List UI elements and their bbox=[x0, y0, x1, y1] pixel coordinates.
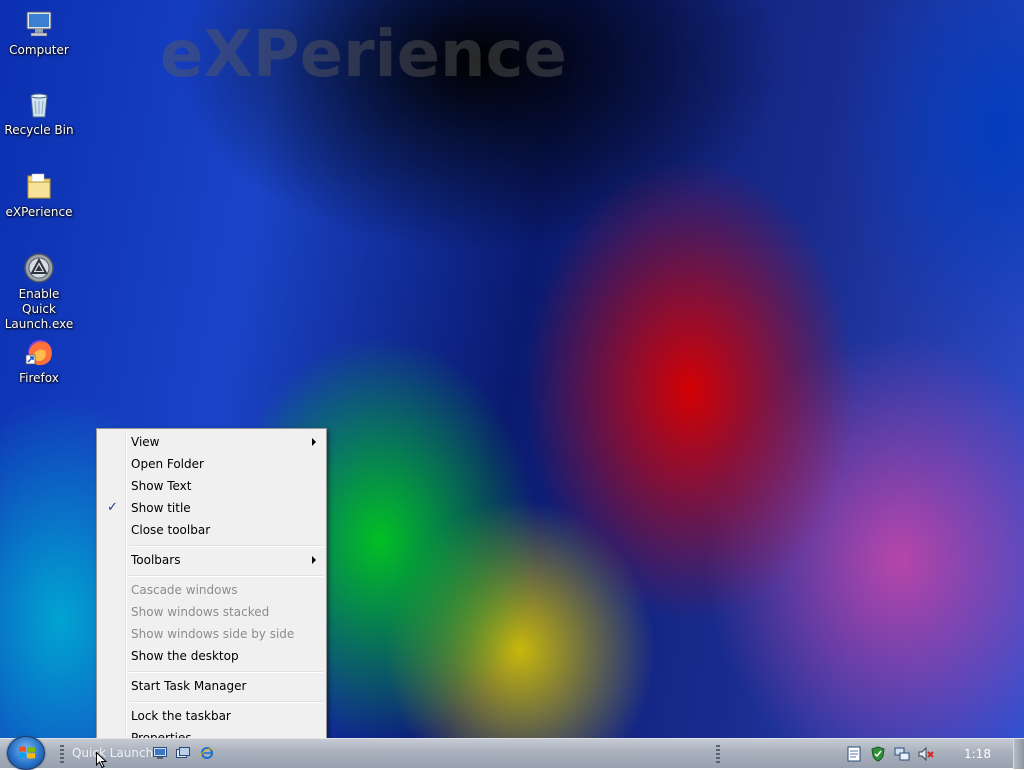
taskbar-clock[interactable]: 1:18 bbox=[964, 747, 991, 761]
menu-separator bbox=[129, 671, 323, 673]
folder-icon bbox=[27, 173, 51, 199]
menu-item-start-task-manager[interactable]: Start Task Manager bbox=[99, 675, 324, 697]
menu-item-label: View bbox=[131, 435, 160, 449]
menu-item-show-the-desktop[interactable]: Show the desktop bbox=[99, 645, 324, 667]
menu-item-label: Close toolbar bbox=[131, 523, 211, 537]
menu-item-show-title[interactable]: ✓ Show title bbox=[99, 497, 324, 519]
quick-launch-title: Quick Launch bbox=[72, 746, 154, 760]
menu-item-label: Show Text bbox=[131, 479, 192, 493]
show-desktop-icon[interactable] bbox=[153, 747, 167, 759]
menu-item-label: Show windows side by side bbox=[131, 627, 295, 641]
desktop-icon-experience-folder[interactable]: eXPerience bbox=[0, 170, 78, 220]
volume-muted-icon[interactable] bbox=[918, 746, 934, 762]
submenu-arrow-icon bbox=[312, 556, 316, 564]
executable-icon bbox=[24, 253, 54, 283]
menu-item-label: Show windows stacked bbox=[131, 605, 270, 619]
security-shield-icon[interactable] bbox=[870, 746, 886, 762]
menu-item-show-text[interactable]: Show Text bbox=[99, 475, 324, 497]
menu-item-show-windows-stacked: Show windows stacked bbox=[99, 601, 324, 623]
document-icon[interactable] bbox=[846, 746, 862, 762]
menu-item-label: Lock the taskbar bbox=[131, 709, 231, 723]
menu-item-label: Start Task Manager bbox=[131, 679, 247, 693]
desktop-icon-label: Recycle Bin bbox=[4, 123, 74, 137]
computer-icon bbox=[26, 11, 52, 37]
switch-windows-icon[interactable] bbox=[176, 747, 190, 759]
menu-item-label: Show the desktop bbox=[131, 649, 239, 663]
menu-item-cascade-windows: Cascade windows bbox=[99, 579, 324, 601]
menu-item-view[interactable]: View bbox=[99, 431, 324, 453]
menu-item-open-folder[interactable]: Open Folder bbox=[99, 453, 324, 475]
submenu-arrow-icon bbox=[312, 438, 316, 446]
desktop-watermark: eXPerience bbox=[160, 18, 567, 92]
desktop-icon-firefox[interactable]: Firefox bbox=[0, 336, 78, 386]
desktop-icon-computer[interactable]: Computer bbox=[0, 8, 78, 58]
recycle-bin-icon bbox=[30, 93, 48, 118]
windows-logo-icon bbox=[19, 746, 35, 759]
start-button[interactable] bbox=[7, 736, 45, 770]
menu-item-close-toolbar[interactable]: Close toolbar bbox=[99, 519, 324, 541]
desktop-icon-label: Firefox bbox=[19, 371, 59, 385]
checkmark-icon: ✓ bbox=[107, 500, 118, 515]
menu-item-label: Toolbars bbox=[131, 553, 181, 567]
desktop-icon-label: Enable Quick Launch.exe bbox=[4, 287, 74, 331]
menu-item-label: Open Folder bbox=[131, 457, 204, 471]
toolbar-grip-handle[interactable] bbox=[60, 745, 64, 763]
internet-explorer-icon[interactable] bbox=[200, 747, 214, 759]
menu-item-label: Cascade windows bbox=[131, 583, 238, 597]
firefox-icon bbox=[25, 340, 52, 366]
taskbar-context-menu: View Open Folder Show Text ✓ Show title … bbox=[96, 428, 327, 750]
menu-separator bbox=[129, 545, 323, 547]
network-icon[interactable] bbox=[894, 746, 910, 762]
menu-item-show-windows-side-by-side: Show windows side by side bbox=[99, 623, 324, 645]
menu-item-lock-the-taskbar[interactable]: Lock the taskbar bbox=[99, 705, 324, 727]
show-desktop-button[interactable] bbox=[1013, 739, 1024, 769]
menu-item-label: Show title bbox=[131, 501, 191, 515]
desktop-icon-enable-quick-launch[interactable]: Enable Quick Launch.exe bbox=[0, 252, 78, 332]
desktop-icon-recycle-bin[interactable]: Recycle Bin bbox=[0, 88, 78, 138]
desktop-icon-label: eXPerience bbox=[5, 205, 73, 219]
desktop-icon-label: Computer bbox=[9, 43, 69, 57]
taskbar[interactable]: Quick Launch 1:18 bbox=[0, 736, 1024, 770]
menu-item-toolbars[interactable]: Toolbars bbox=[99, 549, 324, 571]
menu-separator bbox=[129, 575, 323, 577]
toolbar-grip-handle[interactable] bbox=[716, 745, 720, 763]
menu-separator bbox=[129, 701, 323, 703]
mouse-pointer-icon bbox=[96, 752, 108, 768]
